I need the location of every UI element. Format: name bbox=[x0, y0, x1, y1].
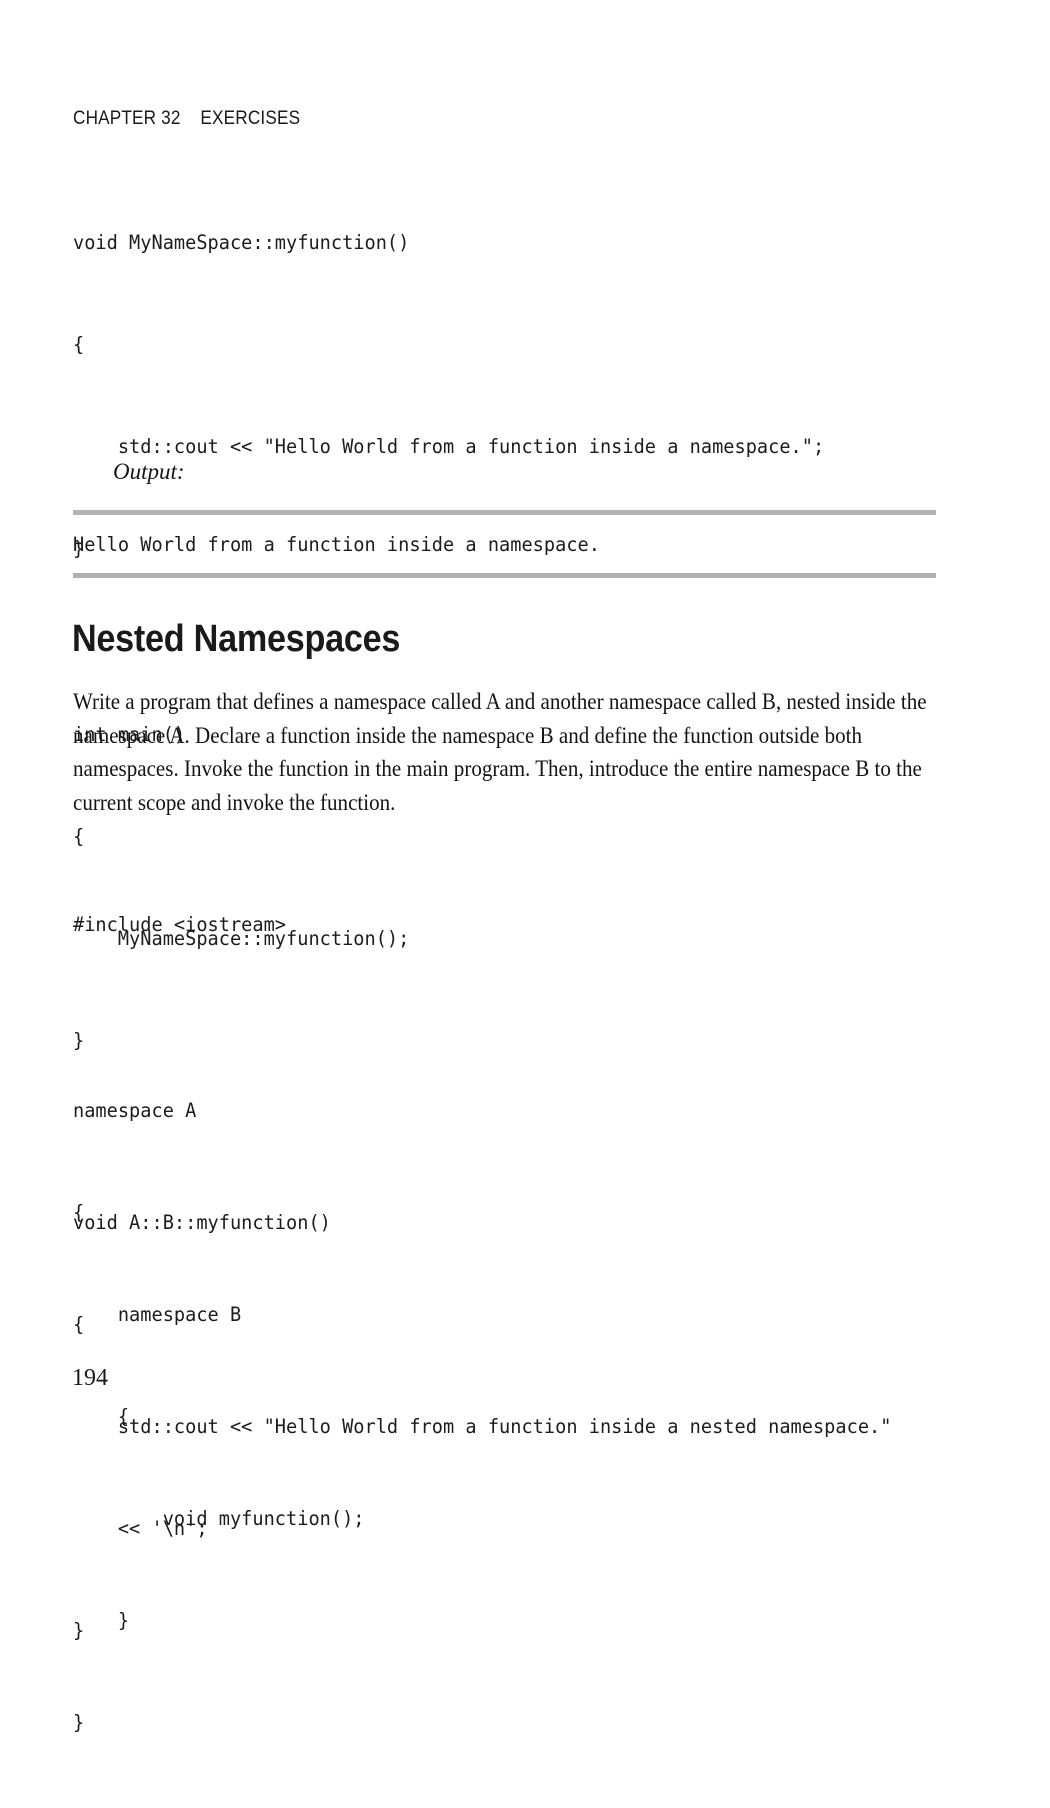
document-page: CHAPTER 32 EXERCISES void MyNameSpace::m… bbox=[0, 0, 1050, 1734]
code-line: #include <iostream> bbox=[73, 913, 287, 936]
code-line: << '\n'; bbox=[73, 1517, 208, 1540]
output-rule-bottom bbox=[73, 573, 936, 578]
code-line: } bbox=[73, 1619, 85, 1642]
output-label: Output: bbox=[113, 459, 185, 484]
output-text: Hello World from a function inside a nam… bbox=[73, 533, 600, 556]
code-line: void A::B::myfunction() bbox=[73, 1211, 331, 1234]
running-head: CHAPTER 32 EXERCISES bbox=[73, 107, 301, 129]
page-number: 194 bbox=[72, 1365, 108, 1391]
code-line: std::cout << "Hello World from a functio… bbox=[73, 1415, 892, 1438]
code-line: { bbox=[73, 1313, 85, 1336]
section-paragraph: Write a program that defines a namespace… bbox=[73, 689, 927, 816]
code-line: void MyNameSpace::myfunction() bbox=[73, 231, 410, 254]
output-box: Hello World from a function inside a nam… bbox=[73, 510, 936, 578]
code-line: std::cout << "Hello World from a functio… bbox=[73, 435, 825, 458]
code-block-nested-namespace-definition: void A::B::myfunction() { std::cout << "… bbox=[73, 1138, 891, 1716]
code-line: namespace A bbox=[73, 1099, 197, 1122]
section-heading: Nested Namespaces bbox=[72, 618, 401, 660]
code-line: { bbox=[73, 333, 85, 356]
